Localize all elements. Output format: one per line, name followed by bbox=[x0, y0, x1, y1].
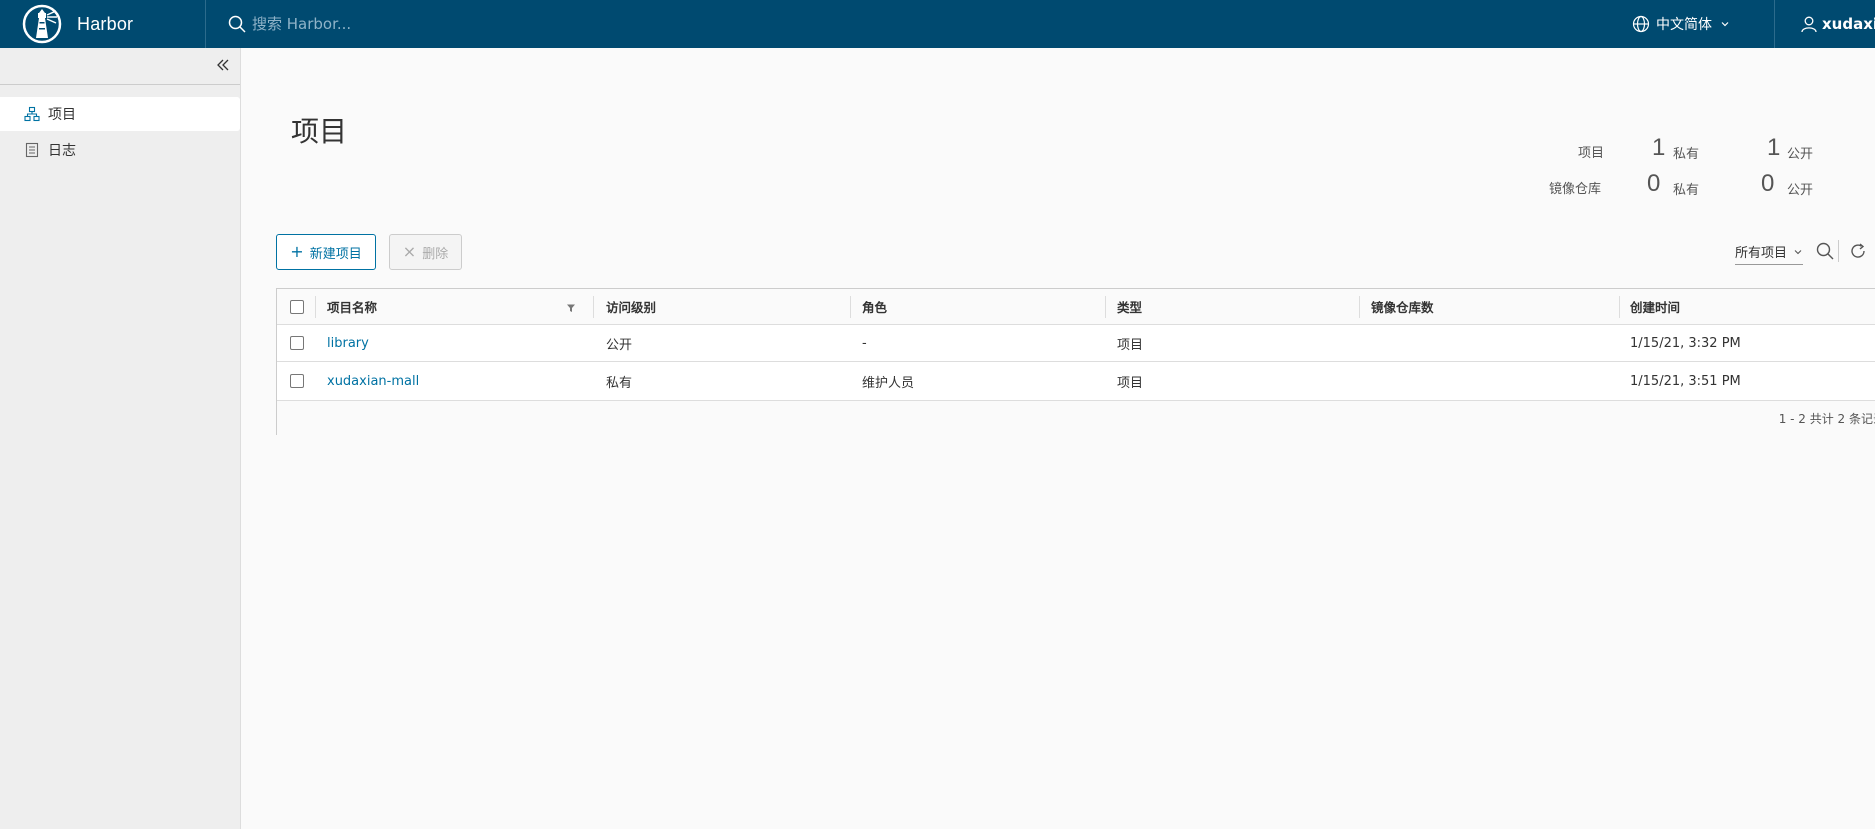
select-all-checkbox[interactable] bbox=[290, 299, 304, 314]
delete-button[interactable]: × 删除 bbox=[389, 234, 462, 270]
plus-icon: + bbox=[290, 242, 304, 261]
summary-repos-private-count: 0 bbox=[1647, 170, 1661, 197]
sidebar-item-label: 项目 bbox=[48, 107, 76, 123]
toolbar-divider bbox=[1838, 240, 1839, 262]
search-icon bbox=[228, 15, 246, 33]
new-project-label: 新建项目 bbox=[309, 246, 362, 262]
sidebar-item-logs[interactable]: 日志 bbox=[0, 133, 240, 167]
project-filter-select[interactable]: 所有项目 bbox=[1735, 242, 1804, 265]
sidebar-divider bbox=[0, 84, 240, 85]
user-icon bbox=[1801, 16, 1817, 33]
chevron-down-icon bbox=[1794, 249, 1802, 254]
column-header-repo-count[interactable]: 镜像仓库数 bbox=[1371, 289, 1434, 324]
globe-icon bbox=[1632, 15, 1650, 33]
column-header-type[interactable]: 类型 bbox=[1117, 289, 1142, 324]
header-divider bbox=[205, 0, 206, 48]
language-selector[interactable]: 中文简体 bbox=[1632, 0, 1730, 48]
top-header: Harbor 中文简体 xudaxian bbox=[0, 0, 1875, 48]
summary-private-label: 私有 bbox=[1673, 183, 1700, 198]
summary-public-label: 公开 bbox=[1787, 147, 1814, 162]
summary-projects-public-count: 1 bbox=[1767, 134, 1781, 161]
app-name: Harbor bbox=[77, 13, 134, 34]
delete-label: 删除 bbox=[422, 246, 449, 262]
search-icon[interactable] bbox=[1816, 242, 1834, 260]
table-row: xudaxian-mall 私有 维护人员 项目 1/15/21, 3:51 P… bbox=[277, 362, 1875, 401]
column-header-created[interactable]: 创建时间 bbox=[1630, 289, 1680, 324]
user-menu[interactable]: xudaxian bbox=[1800, 0, 1875, 48]
column-header-role[interactable]: 角色 bbox=[862, 289, 887, 324]
row-checkbox[interactable] bbox=[290, 336, 304, 350]
summary-public-label: 公开 bbox=[1787, 183, 1814, 198]
username: xudaxian bbox=[1822, 15, 1875, 33]
close-icon: × bbox=[402, 242, 417, 261]
brand[interactable]: Harbor bbox=[22, 0, 133, 48]
collapse-sidebar-icon[interactable] bbox=[214, 56, 232, 74]
creation-time: 1/15/21, 3:51 PM bbox=[1630, 373, 1741, 389]
type: 项目 bbox=[1117, 337, 1144, 353]
refresh-icon[interactable] bbox=[1849, 242, 1867, 260]
header-divider bbox=[1774, 0, 1775, 48]
column-header-access[interactable]: 访问级别 bbox=[606, 289, 656, 324]
type: 项目 bbox=[1117, 375, 1144, 391]
project-name-link[interactable]: library bbox=[327, 325, 369, 361]
sidebar-item-label: 日志 bbox=[48, 143, 76, 159]
table-footer: 1 - 2 共计 2 条记录 bbox=[277, 401, 1875, 436]
creation-time: 1/15/21, 3:32 PM bbox=[1630, 335, 1741, 351]
table-header-row: 项目名称 访问级别 角色 类型 镜像仓库数 创建时间 bbox=[277, 289, 1875, 325]
summary-repos-public-count: 0 bbox=[1761, 170, 1775, 197]
summary-projects-label: 项目 bbox=[1578, 146, 1605, 161]
projects-table: 项目名称 访问级别 角色 类型 镜像仓库数 创建时间 library 公开 - … bbox=[276, 288, 1875, 436]
role: 维护人员 bbox=[862, 375, 915, 391]
logs-icon bbox=[25, 142, 39, 158]
global-search[interactable] bbox=[228, 8, 494, 40]
chevron-down-icon bbox=[1721, 22, 1729, 27]
project-name-link[interactable]: xudaxian-mall bbox=[327, 362, 419, 400]
new-project-button[interactable]: + 新建项目 bbox=[276, 234, 376, 270]
access-level: 公开 bbox=[606, 337, 633, 353]
sidebar-item-projects[interactable]: 项目 bbox=[0, 97, 240, 131]
table-row: library 公开 - 项目 1/15/21, 3:32 PM bbox=[277, 325, 1875, 362]
role: - bbox=[862, 335, 867, 351]
summary-repos-label: 镜像仓库 bbox=[1549, 182, 1602, 197]
sidebar: 项目 日志 bbox=[0, 48, 241, 829]
harbor-logo-icon bbox=[22, 4, 62, 44]
search-input[interactable] bbox=[250, 14, 494, 34]
projects-icon bbox=[24, 106, 40, 122]
access-level: 私有 bbox=[606, 375, 633, 391]
page-title: 项目 bbox=[291, 115, 348, 148]
language-label: 中文简体 bbox=[1656, 17, 1712, 33]
summary-projects-private-count: 1 bbox=[1652, 134, 1666, 161]
pagination-info: 1 - 2 共计 2 条记录 bbox=[1778, 412, 1875, 426]
filter-selected-label: 所有项目 bbox=[1735, 246, 1788, 261]
summary-private-label: 私有 bbox=[1673, 147, 1700, 162]
column-header-name[interactable]: 项目名称 bbox=[327, 289, 377, 324]
row-checkbox[interactable] bbox=[290, 374, 304, 388]
filter-icon[interactable] bbox=[566, 303, 576, 313]
